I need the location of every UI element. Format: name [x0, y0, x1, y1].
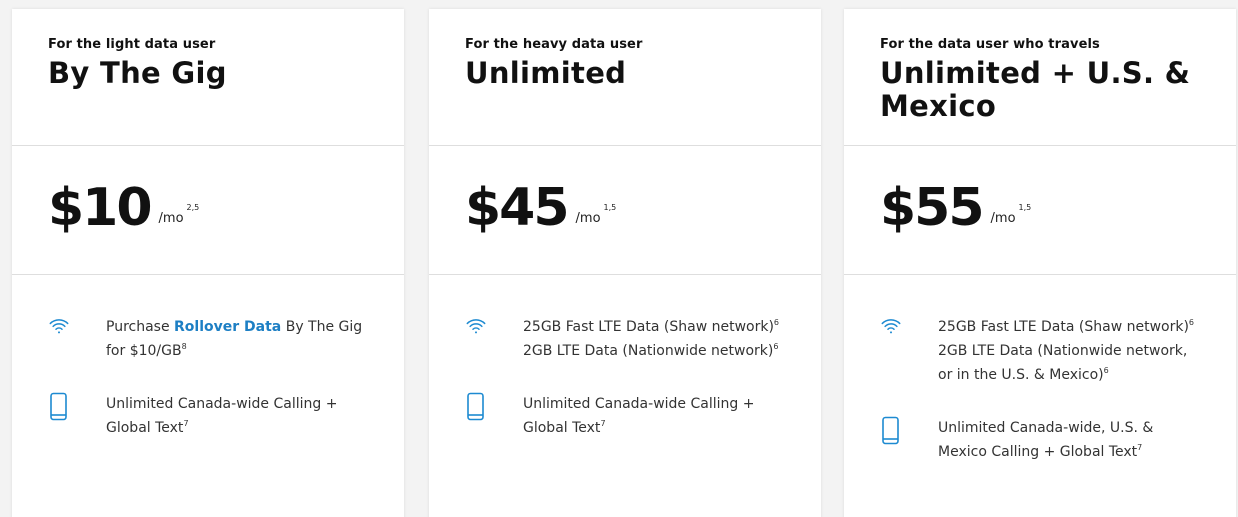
smartphone-icon — [48, 392, 106, 426]
price-period-label: /mo — [575, 210, 601, 226]
price-period-label: /mo — [990, 210, 1016, 226]
feature-calling: Unlimited Canada-wide Calling + Global T… — [48, 392, 368, 440]
feature-data: Purchase Rollover Data By The Gig for $1… — [48, 315, 368, 363]
plan-eyebrow: For the data user who travels — [880, 37, 1100, 52]
plan-title: Unlimited — [465, 56, 627, 90]
feature-text-main: Unlimited Canada-wide Calling + Global T… — [523, 396, 755, 436]
plan-eyebrow: For the light data user — [48, 37, 216, 52]
rollover-data-link[interactable]: Rollover Data — [174, 319, 281, 335]
feature-line-text: 25GB Fast LTE Data (Shaw network) — [523, 319, 774, 335]
feature-text: 25GB Fast LTE Data (Shaw network)6 2GB L… — [523, 315, 779, 363]
plan-price-row: $55 /mo1,5 — [844, 146, 1236, 275]
wifi-icon — [465, 315, 523, 341]
feature-line-text: 2GB LTE Data (Nationwide network, or in … — [938, 343, 1188, 383]
feature-line: 2GB LTE Data (Nationwide network)6 — [523, 339, 779, 363]
feature-line-text: 25GB Fast LTE Data (Shaw network) — [938, 319, 1189, 335]
plan-header: For the data user who travels Unlimited … — [844, 9, 1236, 146]
price-period: /mo1,5 — [575, 203, 617, 226]
footnote[interactable]: 8 — [182, 342, 187, 351]
plan-header: For the heavy data user Unlimited — [429, 9, 821, 146]
footnote[interactable]: 6 — [1189, 318, 1194, 327]
plan-features: 25GB Fast LTE Data (Shaw network)6 2GB L… — [429, 275, 821, 440]
footnote[interactable]: 7 — [1137, 443, 1142, 452]
feature-text: Unlimited Canada-wide Calling + Global T… — [106, 392, 368, 440]
price-period: /mo1,5 — [990, 203, 1032, 226]
smartphone-icon — [880, 416, 938, 450]
plan-features: Purchase Rollover Data By The Gig for $1… — [12, 275, 404, 440]
feature-text-pre: Purchase — [106, 319, 175, 335]
wifi-icon — [880, 315, 938, 341]
feature-data: 25GB Fast LTE Data (Shaw network)6 2GB L… — [465, 315, 785, 363]
price-footnote[interactable]: 2,5 — [187, 203, 200, 212]
feature-text-main: Unlimited Canada-wide Calling + Global T… — [106, 396, 338, 436]
plan-cards: For the light data user By The Gig $10 /… — [0, 0, 1238, 517]
wifi-icon — [48, 315, 106, 341]
feature-data: 25GB Fast LTE Data (Shaw network)6 2GB L… — [880, 315, 1200, 387]
plan-title: Unlimited + U.S. & Mexico — [880, 56, 1191, 123]
feature-line-text: 2GB LTE Data (Nationwide network) — [523, 343, 774, 359]
plan-card-unlimited-us-mexico: For the data user who travels Unlimited … — [844, 9, 1236, 517]
feature-text: Unlimited Canada-wide, U.S. & Mexico Cal… — [938, 416, 1200, 464]
plan-price: $55 — [880, 178, 985, 238]
footnote[interactable]: 6 — [773, 342, 778, 351]
feature-calling: Unlimited Canada-wide Calling + Global T… — [465, 392, 785, 440]
feature-text: 25GB Fast LTE Data (Shaw network)6 2GB L… — [938, 315, 1200, 387]
price-period-label: /mo — [158, 210, 184, 226]
feature-text-main: Unlimited Canada-wide, U.S. & Mexico Cal… — [938, 420, 1154, 460]
smartphone-icon — [465, 392, 523, 426]
plan-price: $45 — [465, 178, 570, 238]
plan-features: 25GB Fast LTE Data (Shaw network)6 2GB L… — [844, 275, 1236, 464]
plan-price: $10 — [48, 178, 153, 238]
price-footnote[interactable]: 1,5 — [1019, 203, 1032, 212]
plan-title: By The Gig — [48, 56, 227, 90]
price-footnote[interactable]: 1,5 — [604, 203, 617, 212]
plan-card-unlimited: For the heavy data user Unlimited $45 /m… — [429, 9, 821, 517]
footnote[interactable]: 7 — [183, 419, 188, 428]
footnote[interactable]: 6 — [1104, 366, 1109, 375]
feature-line: 25GB Fast LTE Data (Shaw network)6 — [523, 315, 779, 339]
plan-header: For the light data user By The Gig — [12, 9, 404, 146]
price-period: /mo2,5 — [158, 203, 200, 226]
feature-text: Unlimited Canada-wide Calling + Global T… — [523, 392, 785, 440]
plan-eyebrow: For the heavy data user — [465, 37, 643, 52]
feature-calling: Unlimited Canada-wide, U.S. & Mexico Cal… — [880, 416, 1200, 464]
footnote[interactable]: 7 — [600, 419, 605, 428]
footnote[interactable]: 6 — [774, 318, 779, 327]
plan-price-row: $10 /mo2,5 — [12, 146, 404, 275]
feature-line: 25GB Fast LTE Data (Shaw network)6 — [938, 315, 1200, 339]
plan-price-row: $45 /mo1,5 — [429, 146, 821, 275]
feature-text: Purchase Rollover Data By The Gig for $1… — [106, 315, 368, 363]
plan-card-by-the-gig: For the light data user By The Gig $10 /… — [12, 9, 404, 517]
feature-line: 2GB LTE Data (Nationwide network, or in … — [938, 339, 1200, 387]
